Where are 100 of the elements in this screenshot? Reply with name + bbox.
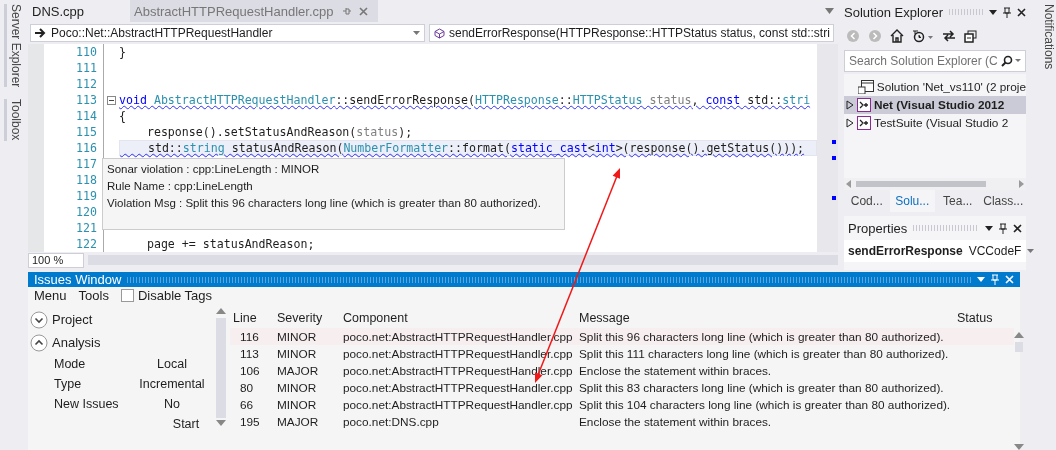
dropdown-icon[interactable]: [989, 9, 997, 15]
member-dropdown[interactable]: sendErrorResponse(HTTPResponse::HTTPStatus status, const std::stri: [429, 24, 834, 42]
table-cell-text: 66: [239, 397, 255, 412]
tooltip-text: Rule Name : cpp:LineLength: [107, 179, 254, 194]
table-row[interactable]: 66 MINOR poco.net:AbstractHTTPRequestHandler.cpp Split this 104 characters long line (which is greater than 80 authorized).: [230, 396, 1014, 413]
table-cell-text: Split this 83 characters long line (which is greater than 80 authorized).: [578, 380, 945, 395]
table-cell-text: poco.net:AbstractHTTPRequestHandler.cpp: [342, 380, 574, 395]
code-line: page += statusAndReason;: [145, 236, 316, 252]
tree-item[interactable]: Solution 'Net_vs110' (2 proje: [844, 78, 1026, 96]
section-header[interactable]: Project: [30, 308, 212, 331]
caret-icon: [413, 31, 420, 35]
line-number: 122: [75, 237, 98, 251]
line-number: 112: [75, 77, 98, 91]
field-label: Mode: [54, 357, 87, 371]
collapse-all-icon[interactable]: [964, 29, 977, 43]
line-number: 110: [75, 45, 98, 59]
table-cell-text: MAJOR: [276, 363, 320, 378]
table-cell-text: 116: [239, 329, 260, 344]
cube-icon: [434, 27, 445, 39]
line-number: 111: [75, 61, 98, 75]
project-icon: [857, 116, 871, 130]
scrollbar[interactable]: [88, 255, 838, 265]
section-header[interactable]: Analysis: [30, 331, 212, 354]
code-line: void AbstractHTTPRequestHandler::sendErrorResponse(HTTPResponse::HTTPStatus status, const std::stri: [119, 92, 812, 108]
panel-tab[interactable]: Tea...: [935, 190, 981, 212]
table-row[interactable]: 80 MINOR poco.net:AbstractHTTPRequestHandler.cpp Split this 83 characters long line (which is greater than 80 authorized).: [230, 379, 1014, 396]
table-cell-text: MINOR: [276, 397, 318, 412]
line-number: 121: [75, 221, 98, 235]
table-cell-text: poco.net:DNS.cpp: [342, 414, 440, 429]
tree-item[interactable]: Net (Visual Studio 2012: [844, 96, 1026, 114]
collapse-icon[interactable]: [30, 333, 48, 352]
table-cell-text: MAJOR: [276, 414, 320, 429]
menu-item[interactable]: Tools: [78, 288, 109, 304]
close-icon[interactable]: [1013, 223, 1022, 233]
zoom-dropdown[interactable]: 100 %: [28, 252, 84, 268]
scrollbar[interactable]: [216, 308, 226, 426]
close-icon[interactable]: [1017, 7, 1026, 17]
pin-icon[interactable]: [1003, 6, 1011, 18]
start-button[interactable]: Start: [160, 417, 212, 431]
table-cell-text: 80: [239, 380, 255, 395]
panel-title: Properties: [848, 220, 908, 236]
line-number: 114: [75, 109, 98, 123]
line-number: 117: [75, 157, 98, 171]
table-cell-text: Split this 104 characters long line (which is greater than 80 authorized).: [578, 397, 952, 412]
column-header[interactable]: Message: [576, 311, 954, 325]
table-cell-text: poco.net:AbstractHTTPRequestHandler.cpp: [342, 397, 574, 412]
line-number: 116: [75, 141, 98, 155]
tooltip-text: Violation Msg : Split this 96 characters long line (which is greater than 80 authorized).: [107, 196, 542, 211]
scrollbar[interactable]: [817, 44, 838, 252]
side-tab[interactable]: Toolbox: [3, 99, 25, 141]
table-cell-text: 113: [239, 346, 260, 361]
clock-icon[interactable]: [912, 29, 934, 43]
search-icon[interactable]: [1001, 55, 1021, 67]
field-value: No: [163, 397, 181, 411]
line-number: 120: [75, 205, 98, 219]
tree-item[interactable]: TestSuite (Visual Studio 2: [844, 114, 1026, 132]
table-cell-text: MINOR: [276, 346, 318, 361]
home-icon[interactable]: [890, 29, 904, 43]
panel-tab[interactable]: Class...: [980, 190, 1026, 212]
solution-icon: [857, 80, 874, 94]
dropdown-icon[interactable]: [985, 225, 993, 231]
menu-item[interactable]: Menu: [34, 288, 67, 304]
code-line: response().setStatusAndReason(status);: [145, 124, 414, 140]
column-header[interactable]: Status: [954, 311, 1014, 325]
table-cell-text: MINOR: [276, 329, 318, 344]
scope-dropdown[interactable]: Poco::Net::AbstractHTTPRequestHandler: [30, 24, 425, 42]
field-value: Local: [156, 357, 188, 371]
window-title: Issues Window: [34, 272, 122, 288]
expand-icon[interactable]: [846, 118, 854, 128]
scrollbar[interactable]: [1014, 332, 1024, 450]
code-line: {: [119, 108, 127, 124]
table-cell-text: Enclose the statement within braces.: [578, 363, 773, 378]
table-cell-text: 195: [239, 414, 261, 429]
project-icon: [857, 98, 871, 112]
column-header[interactable]: Severity: [274, 311, 340, 325]
checkbox[interactable]: Disable Tags: [120, 288, 213, 304]
table-row[interactable]: 195 MAJOR poco.net:DNS.cpp Enclose the statement within braces.: [230, 413, 1014, 430]
line-number: 119: [75, 189, 98, 203]
column-header[interactable]: Component: [340, 311, 576, 325]
side-tab[interactable]: Server Explorer: [3, 4, 25, 88]
code-line: }: [119, 44, 127, 60]
column-header[interactable]: Line: [230, 311, 274, 325]
arrow-right-icon: [35, 28, 47, 38]
table-cell-text: Enclose the statement within braces.: [578, 414, 773, 429]
panel-tab[interactable]: Cod...: [844, 190, 890, 212]
line-number: 113: [75, 93, 98, 107]
line-number: 118: [75, 173, 98, 187]
side-tab[interactable]: Notifications: [1030, 0, 1056, 70]
panel-tab[interactable]: Solu...: [889, 190, 935, 212]
sync-icon[interactable]: [942, 30, 956, 42]
table-cell-text: MINOR: [276, 380, 318, 395]
expand-icon[interactable]: [846, 100, 854, 110]
tooltip-text: Sonar violation : cpp:LineLength : MINOR: [107, 162, 321, 177]
panel-title: Solution Explorer: [844, 4, 943, 20]
field-value: Incremental: [138, 377, 206, 391]
file-tab[interactable]: DNS.cpp: [28, 0, 95, 22]
collapse-icon[interactable]: [107, 95, 116, 105]
search-field[interactable]: Search Solution Explorer (C: [844, 50, 1026, 72]
pin-icon[interactable]: [999, 222, 1007, 234]
scrollbar[interactable]: [844, 178, 1026, 190]
